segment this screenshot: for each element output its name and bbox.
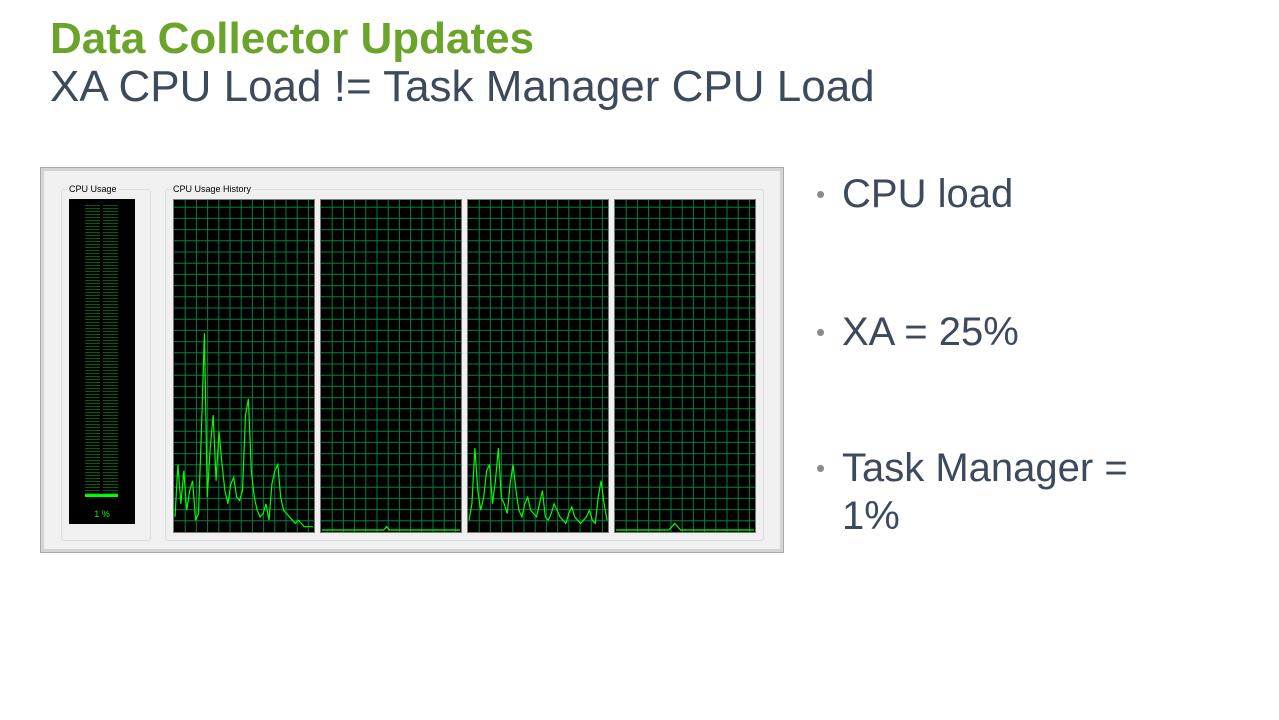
cpu-history-line [322,525,460,531]
slide-title: Data Collector Updates [50,14,535,63]
bullet-cpu-load: CPU load [816,170,1266,218]
cpu-history-graph-core-3 [467,199,609,533]
cpu-usage-label: CPU Usage [67,183,119,195]
cpu-usage-meter: 1 % [69,199,135,524]
cpu-usage-group: CPU Usage 1 % [61,183,151,541]
cpu-usage-value: 1 % [94,509,110,519]
slide-subtitle: XA CPU Load != Task Manager CPU Load [50,62,875,111]
cpu-history-line [468,447,608,525]
bullet-list: CPU load XA = 25% Task Manager = 1% [816,168,1266,540]
cpu-history-label: CPU Usage History [171,183,254,195]
bullet-task-manager-load: Task Manager = 1% [816,444,1172,540]
cpu-usage-level [85,494,118,497]
cpu-history-graph-core-1 [173,199,315,533]
cpu-history-line [174,333,313,528]
bullet-xa-load: XA = 25% [816,308,1266,356]
cpu-history-line [616,522,754,531]
task-manager-screenshot: CPU Usage 1 % CPU Usage History [40,167,784,553]
cpu-history-graph-core-2 [320,199,462,533]
cpu-history-group: CPU Usage History [165,183,764,541]
cpu-history-graph-core-4 [614,199,756,533]
